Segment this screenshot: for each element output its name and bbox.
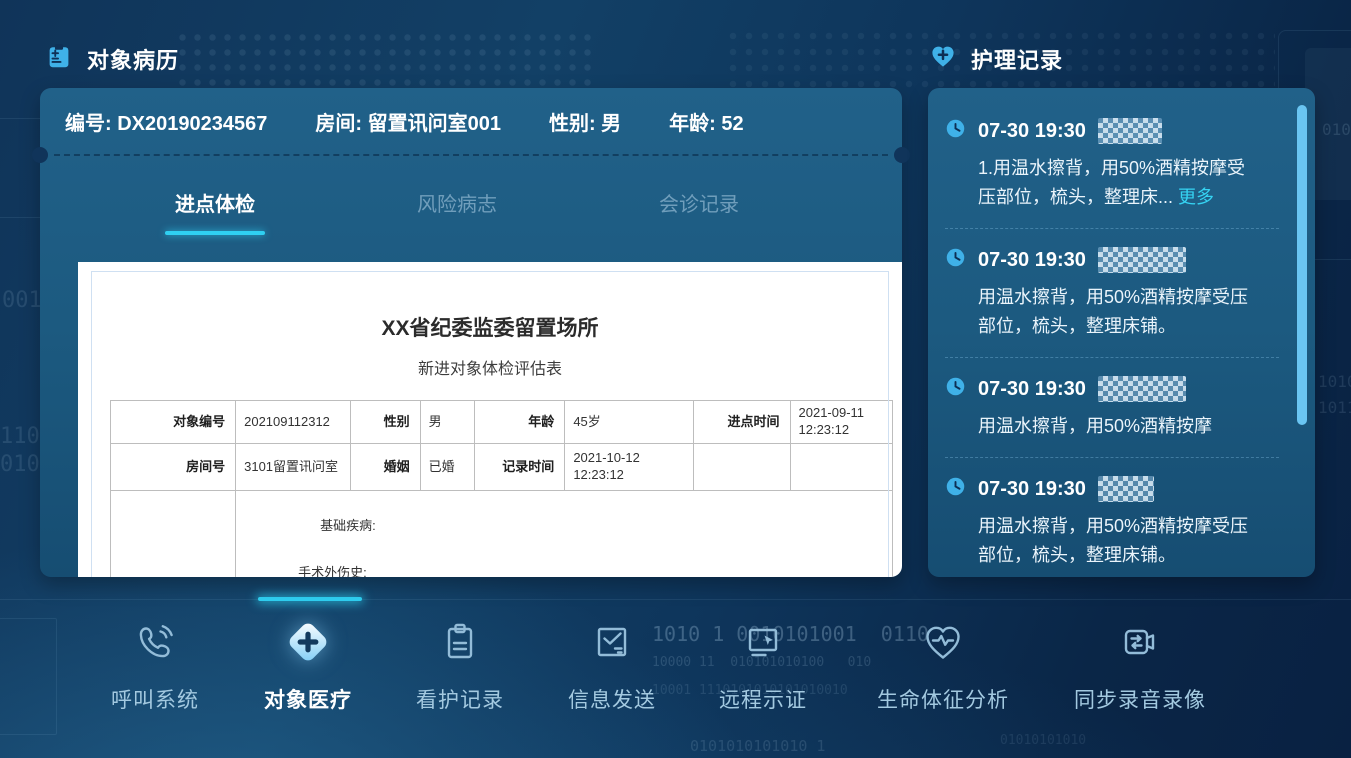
medical-form-document: XX省纪委监委留置场所 新进对象体检评估表 对象编号 202109112312 … — [78, 262, 902, 577]
clipboard-badge-icon — [44, 41, 74, 76]
medical-diamond-plus-icon — [264, 614, 352, 670]
redacted-name-mosaic — [1098, 118, 1162, 144]
nav-label: 同步录音录像 — [1074, 684, 1206, 714]
nav-label: 远程示证 — [719, 684, 807, 714]
tab-label: 风险病志 — [417, 194, 497, 216]
nav-item-sync-recording[interactable]: 同步录音录像 — [1074, 614, 1206, 714]
remote-monitor-icon — [719, 614, 807, 670]
entry-text: 用温水擦背，用50%酒精按摩受压部位，梳头，整理床铺。 — [978, 283, 1250, 341]
decor-binary-text: 1010 — [1318, 372, 1351, 391]
nursing-record-section-title: 护理记录 — [928, 41, 1063, 76]
nav-label: 看护记录 — [416, 684, 504, 714]
tab-underline — [165, 231, 265, 235]
nav-item-message-send[interactable]: 信息发送 — [568, 614, 656, 714]
record-tabs: 进点体检 风险病志 会诊记录 — [115, 172, 799, 235]
nursing-entry: 07-30 19:30 用温水擦背，用50%酒精按摩受压部位，梳头，整理床铺。 — [945, 229, 1279, 358]
nav-label: 呼叫系统 — [111, 684, 199, 714]
nav-item-care-records[interactable]: 看护记录 — [416, 614, 504, 714]
clock-icon — [945, 376, 966, 402]
decor-binary-text: 010 — [1322, 120, 1351, 139]
entry-text: 用温水擦背，用50%酒精按摩 — [978, 412, 1250, 441]
nav-item-call-system[interactable]: 呼叫系统 — [111, 614, 199, 714]
entry-timestamp: 07-30 19:30 — [978, 249, 1086, 272]
panel-notch — [894, 147, 910, 163]
entry-text: 用温水擦背，用50%酒精按摩受压部位，梳头，整理床铺。 — [978, 512, 1250, 570]
tab-underline — [649, 231, 749, 235]
entry-timestamp: 07-30 19:30 — [978, 478, 1086, 501]
tab-entry-physical-exam[interactable]: 进点体检 — [115, 172, 315, 235]
message-check-icon — [568, 614, 656, 670]
nav-label: 生命体征分析 — [877, 684, 1009, 714]
record-room-field: 房间: 留置讯问室001 — [315, 107, 501, 136]
tab-label: 会诊记录 — [659, 194, 739, 216]
nav-label: 对象医疗 — [264, 684, 352, 714]
redacted-name-mosaic — [1098, 376, 1186, 402]
nursing-entry-list: 07-30 19:30 1.用温水擦背，用50%酒精按摩受压部位，梳头，整理床.… — [928, 88, 1315, 577]
entry-timestamp: 07-30 19:30 — [978, 378, 1086, 401]
document-inner-frame — [91, 271, 889, 577]
decor-binary-text: 1011 — [1318, 398, 1351, 417]
section-title-text: 护理记录 — [971, 43, 1063, 75]
panel-notch — [32, 147, 48, 163]
record-id-field: 编号: DX20190234567 — [65, 107, 267, 136]
redacted-name-mosaic — [1098, 476, 1154, 502]
nav-item-vital-signs[interactable]: 生命体征分析 — [877, 614, 1009, 714]
nav-item-remote-evidence[interactable]: 远程示证 — [719, 614, 807, 714]
app-root: 0010( 11010 0101| 1010 1 0010101001 0110… — [0, 0, 1351, 758]
nursing-entry: 07-30 19:30 用温水擦背，用50%酒精按摩 — [945, 358, 1279, 458]
record-summary-header: 编号: DX20190234567 房间: 留置讯问室001 性别: 男 年龄:… — [40, 88, 902, 154]
redacted-name-mosaic — [1098, 247, 1186, 273]
nursing-record-panel: 07-30 19:30 1.用温水擦背，用50%酒精按摩受压部位，梳头，整理床.… — [928, 88, 1315, 577]
clock-icon — [945, 118, 966, 144]
tab-consultation-records[interactable]: 会诊记录 — [599, 172, 799, 235]
heart-pulse-icon — [877, 614, 1009, 670]
more-link[interactable]: 更多 — [1178, 187, 1214, 207]
dashed-separator — [54, 154, 888, 156]
video-camera-sync-icon — [1074, 614, 1206, 670]
nursing-entry: 07-30 19:30 用温水擦背，用50%酒精按摩受压部位，梳头，整理床铺。 — [945, 458, 1279, 577]
heart-plus-icon — [928, 41, 958, 76]
record-gender-field: 性别: 男 — [549, 107, 621, 136]
tab-underline — [407, 231, 507, 235]
scrollbar-thumb[interactable] — [1297, 105, 1307, 425]
nursing-entry: 07-30 19:30 1.用温水擦背，用50%酒精按摩受压部位，梳头，整理床.… — [945, 102, 1279, 229]
clipboard-icon — [416, 614, 504, 670]
entry-timestamp: 07-30 19:30 — [978, 120, 1086, 143]
medical-record-section-title: 对象病历 — [44, 41, 179, 76]
tab-risk-notes[interactable]: 风险病志 — [357, 172, 557, 235]
entry-text: 1.用温水擦背，用50%酒精按摩受压部位，梳头，整理床... 更多 — [978, 154, 1250, 212]
clock-icon — [945, 476, 966, 502]
clock-icon — [945, 247, 966, 273]
phone-call-icon — [111, 614, 199, 670]
tab-label: 进点体检 — [175, 194, 255, 216]
nav-label: 信息发送 — [568, 684, 656, 714]
bottom-navigation: 呼叫系统 对象医疗 看护 — [0, 600, 1351, 758]
section-title-text: 对象病历 — [87, 43, 179, 75]
nav-item-subject-medical[interactable]: 对象医疗 — [264, 614, 352, 714]
medical-record-panel: 编号: DX20190234567 房间: 留置讯问室001 性别: 男 年龄:… — [40, 88, 902, 577]
record-age-field: 年龄: 52 — [669, 107, 743, 136]
